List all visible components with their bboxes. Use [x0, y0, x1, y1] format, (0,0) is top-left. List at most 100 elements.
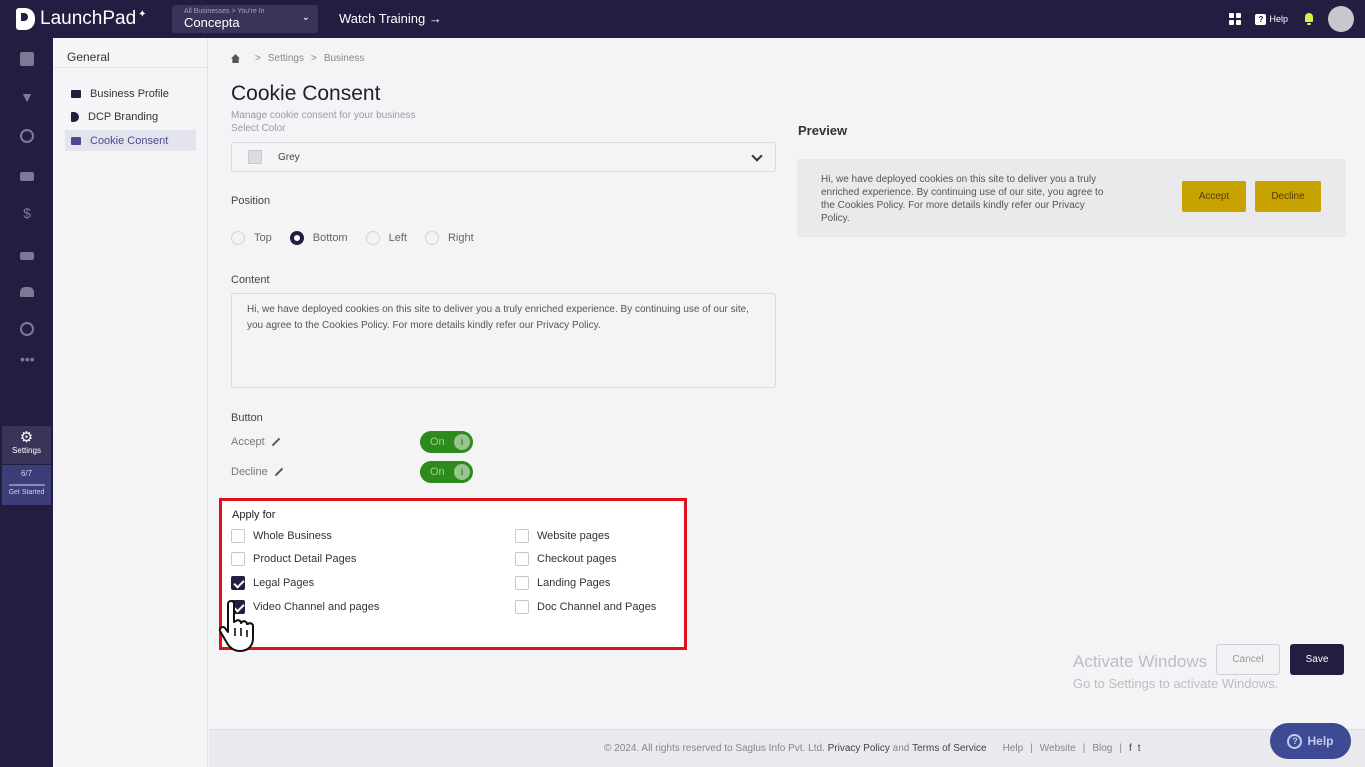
- home-icon[interactable]: [231, 54, 240, 63]
- checkbox[interactable]: [515, 600, 529, 614]
- position-option-label: Left: [388, 232, 407, 244]
- subnav-heading: General: [53, 38, 207, 68]
- accept-toggle[interactable]: On i: [420, 431, 473, 453]
- subnav-item-cookie-consent[interactable]: Cookie Consent: [65, 130, 196, 151]
- video-icon[interactable]: [20, 172, 34, 181]
- accept-toggle-state: On: [430, 436, 445, 448]
- apply-legal-pages[interactable]: Legal Pages: [231, 576, 314, 590]
- help-menu-label: Help: [1269, 14, 1288, 24]
- preview-accept-button[interactable]: Accept: [1182, 181, 1246, 212]
- decline-button-row: Decline: [231, 466, 284, 478]
- funnel-icon[interactable]: ▼: [20, 90, 34, 104]
- breadcrumb-item-settings[interactable]: Settings: [268, 53, 304, 64]
- notification-bell-icon[interactable]: [1304, 13, 1314, 25]
- radio-top[interactable]: [231, 231, 245, 245]
- decline-toggle[interactable]: On i: [420, 461, 473, 483]
- rail-settings[interactable]: ⚙ Settings: [2, 426, 51, 464]
- checkbox-label: Video Channel and pages: [253, 601, 380, 613]
- hierarchy-icon[interactable]: [20, 252, 34, 260]
- apply-website-pages[interactable]: Website pages: [515, 529, 610, 543]
- footer-separator: |: [1119, 743, 1122, 754]
- dollar-icon[interactable]: $: [20, 206, 34, 220]
- checkbox-label: Website pages: [537, 530, 610, 542]
- position-option-right[interactable]: Right: [424, 231, 474, 245]
- windows-activation-watermark: Activate Windows Go to Settings to activ…: [1073, 652, 1278, 691]
- position-option-left[interactable]: Left: [365, 231, 407, 245]
- content-textarea[interactable]: Hi, we have deployed cookies on this sit…: [231, 293, 776, 388]
- branding-icon: [71, 111, 79, 122]
- checkbox[interactable]: [515, 576, 529, 590]
- footer-terms-link[interactable]: Terms of Service: [912, 743, 986, 754]
- subnav-item-label: DCP Branding: [88, 110, 159, 123]
- checkbox[interactable]: [231, 529, 245, 543]
- checkbox[interactable]: [231, 552, 245, 566]
- dashboard-icon[interactable]: [20, 52, 34, 66]
- question-icon: ?: [1287, 733, 1303, 749]
- apply-landing-pages[interactable]: Landing Pages: [515, 576, 610, 590]
- settings-subnav: General Business Profile DCP Branding Co…: [53, 38, 208, 767]
- checkbox-label: Checkout pages: [537, 553, 617, 565]
- subnav-item-dcp-branding[interactable]: DCP Branding: [65, 106, 196, 127]
- facebook-icon[interactable]: f: [1129, 743, 1132, 754]
- radio-right[interactable]: [424, 231, 439, 245]
- launchpad-logo[interactable]: LaunchPad ✦: [16, 8, 166, 30]
- breadcrumb-separator: >: [255, 53, 261, 64]
- help-icon: ?: [1255, 13, 1267, 25]
- edit-pencil-icon[interactable]: [274, 467, 283, 477]
- position-option-top[interactable]: Top: [231, 231, 272, 245]
- edit-pencil-icon[interactable]: [271, 437, 280, 447]
- watch-training-link[interactable]: Watch Training →: [339, 11, 442, 26]
- apply-doc-channel[interactable]: Doc Channel and Pages: [515, 600, 656, 614]
- footer-website-link[interactable]: Website: [1040, 743, 1076, 754]
- position-radio-group: Top Bottom Left Right: [231, 231, 492, 245]
- get-started-progress[interactable]: 6/7 Get Started: [2, 465, 51, 505]
- color-select[interactable]: Grey: [231, 142, 776, 172]
- subnav-item-business-profile[interactable]: Business Profile: [65, 83, 196, 104]
- app-name: LaunchPad: [40, 8, 137, 29]
- color-value: Grey: [278, 151, 300, 163]
- twitter-icon[interactable]: t: [1138, 743, 1141, 754]
- checkbox[interactable]: [515, 529, 529, 543]
- preview-decline-button[interactable]: Decline: [1255, 181, 1321, 212]
- subnav-item-label: Business Profile: [90, 87, 169, 100]
- select-color-label: Select Color: [231, 123, 286, 134]
- gear-icon: ⚙: [19, 429, 34, 446]
- people-icon[interactable]: [20, 287, 34, 297]
- breadcrumb-separator: >: [310, 53, 317, 64]
- watermark-line1: Activate Windows: [1073, 652, 1208, 671]
- checkbox[interactable]: [515, 552, 529, 566]
- apps-grid-icon[interactable]: [1229, 13, 1242, 25]
- help-menu-button[interactable]: ? Help: [1255, 13, 1288, 25]
- footer-help-link[interactable]: Help: [1003, 743, 1024, 754]
- footer-privacy-link[interactable]: Privacy Policy: [828, 743, 890, 754]
- business-switcher[interactable]: All Businesses > You're In Concepta ⌄: [172, 5, 318, 33]
- rail-settings-label: Settings: [12, 446, 41, 455]
- more-icon[interactable]: •••: [20, 352, 35, 366]
- save-button[interactable]: Save: [1290, 644, 1344, 675]
- breadcrumb-item-business[interactable]: Business: [324, 53, 365, 64]
- checkbox-label: Doc Channel and Pages: [537, 601, 657, 613]
- apply-whole-business[interactable]: Whole Business: [231, 529, 332, 543]
- apply-for-title: Apply for: [232, 509, 276, 521]
- clock-icon[interactable]: [20, 322, 34, 336]
- apply-for-panel: Apply for Whole Business Product Detail …: [219, 498, 687, 650]
- top-bar: LaunchPad ✦ All Businesses > You're In C…: [0, 0, 1365, 38]
- checkbox-checked[interactable]: [231, 576, 245, 590]
- position-option-bottom[interactable]: Bottom: [289, 231, 348, 245]
- accept-button-row: Accept: [231, 436, 281, 448]
- position-option-label: Bottom: [312, 232, 348, 244]
- radio-left[interactable]: [365, 231, 380, 245]
- cookie-banner-preview: Hi, we have deployed cookies on this sit…: [797, 159, 1346, 237]
- help-floating-button[interactable]: ? Help: [1270, 723, 1351, 759]
- chevron-down-icon: [751, 150, 763, 162]
- position-label: Position: [231, 195, 271, 207]
- apply-product-detail-pages[interactable]: Product Detail Pages: [231, 552, 356, 566]
- globe-icon[interactable]: [20, 129, 34, 143]
- hand-cursor-icon: [218, 600, 254, 652]
- footer-separator: |: [1030, 743, 1033, 754]
- radio-bottom[interactable]: [289, 231, 304, 245]
- footer-blog-link[interactable]: Blog: [1092, 743, 1112, 754]
- user-avatar[interactable]: [1328, 6, 1354, 32]
- apply-checkout-pages[interactable]: Checkout pages: [515, 552, 617, 566]
- progress-count: 6/7: [20, 469, 33, 478]
